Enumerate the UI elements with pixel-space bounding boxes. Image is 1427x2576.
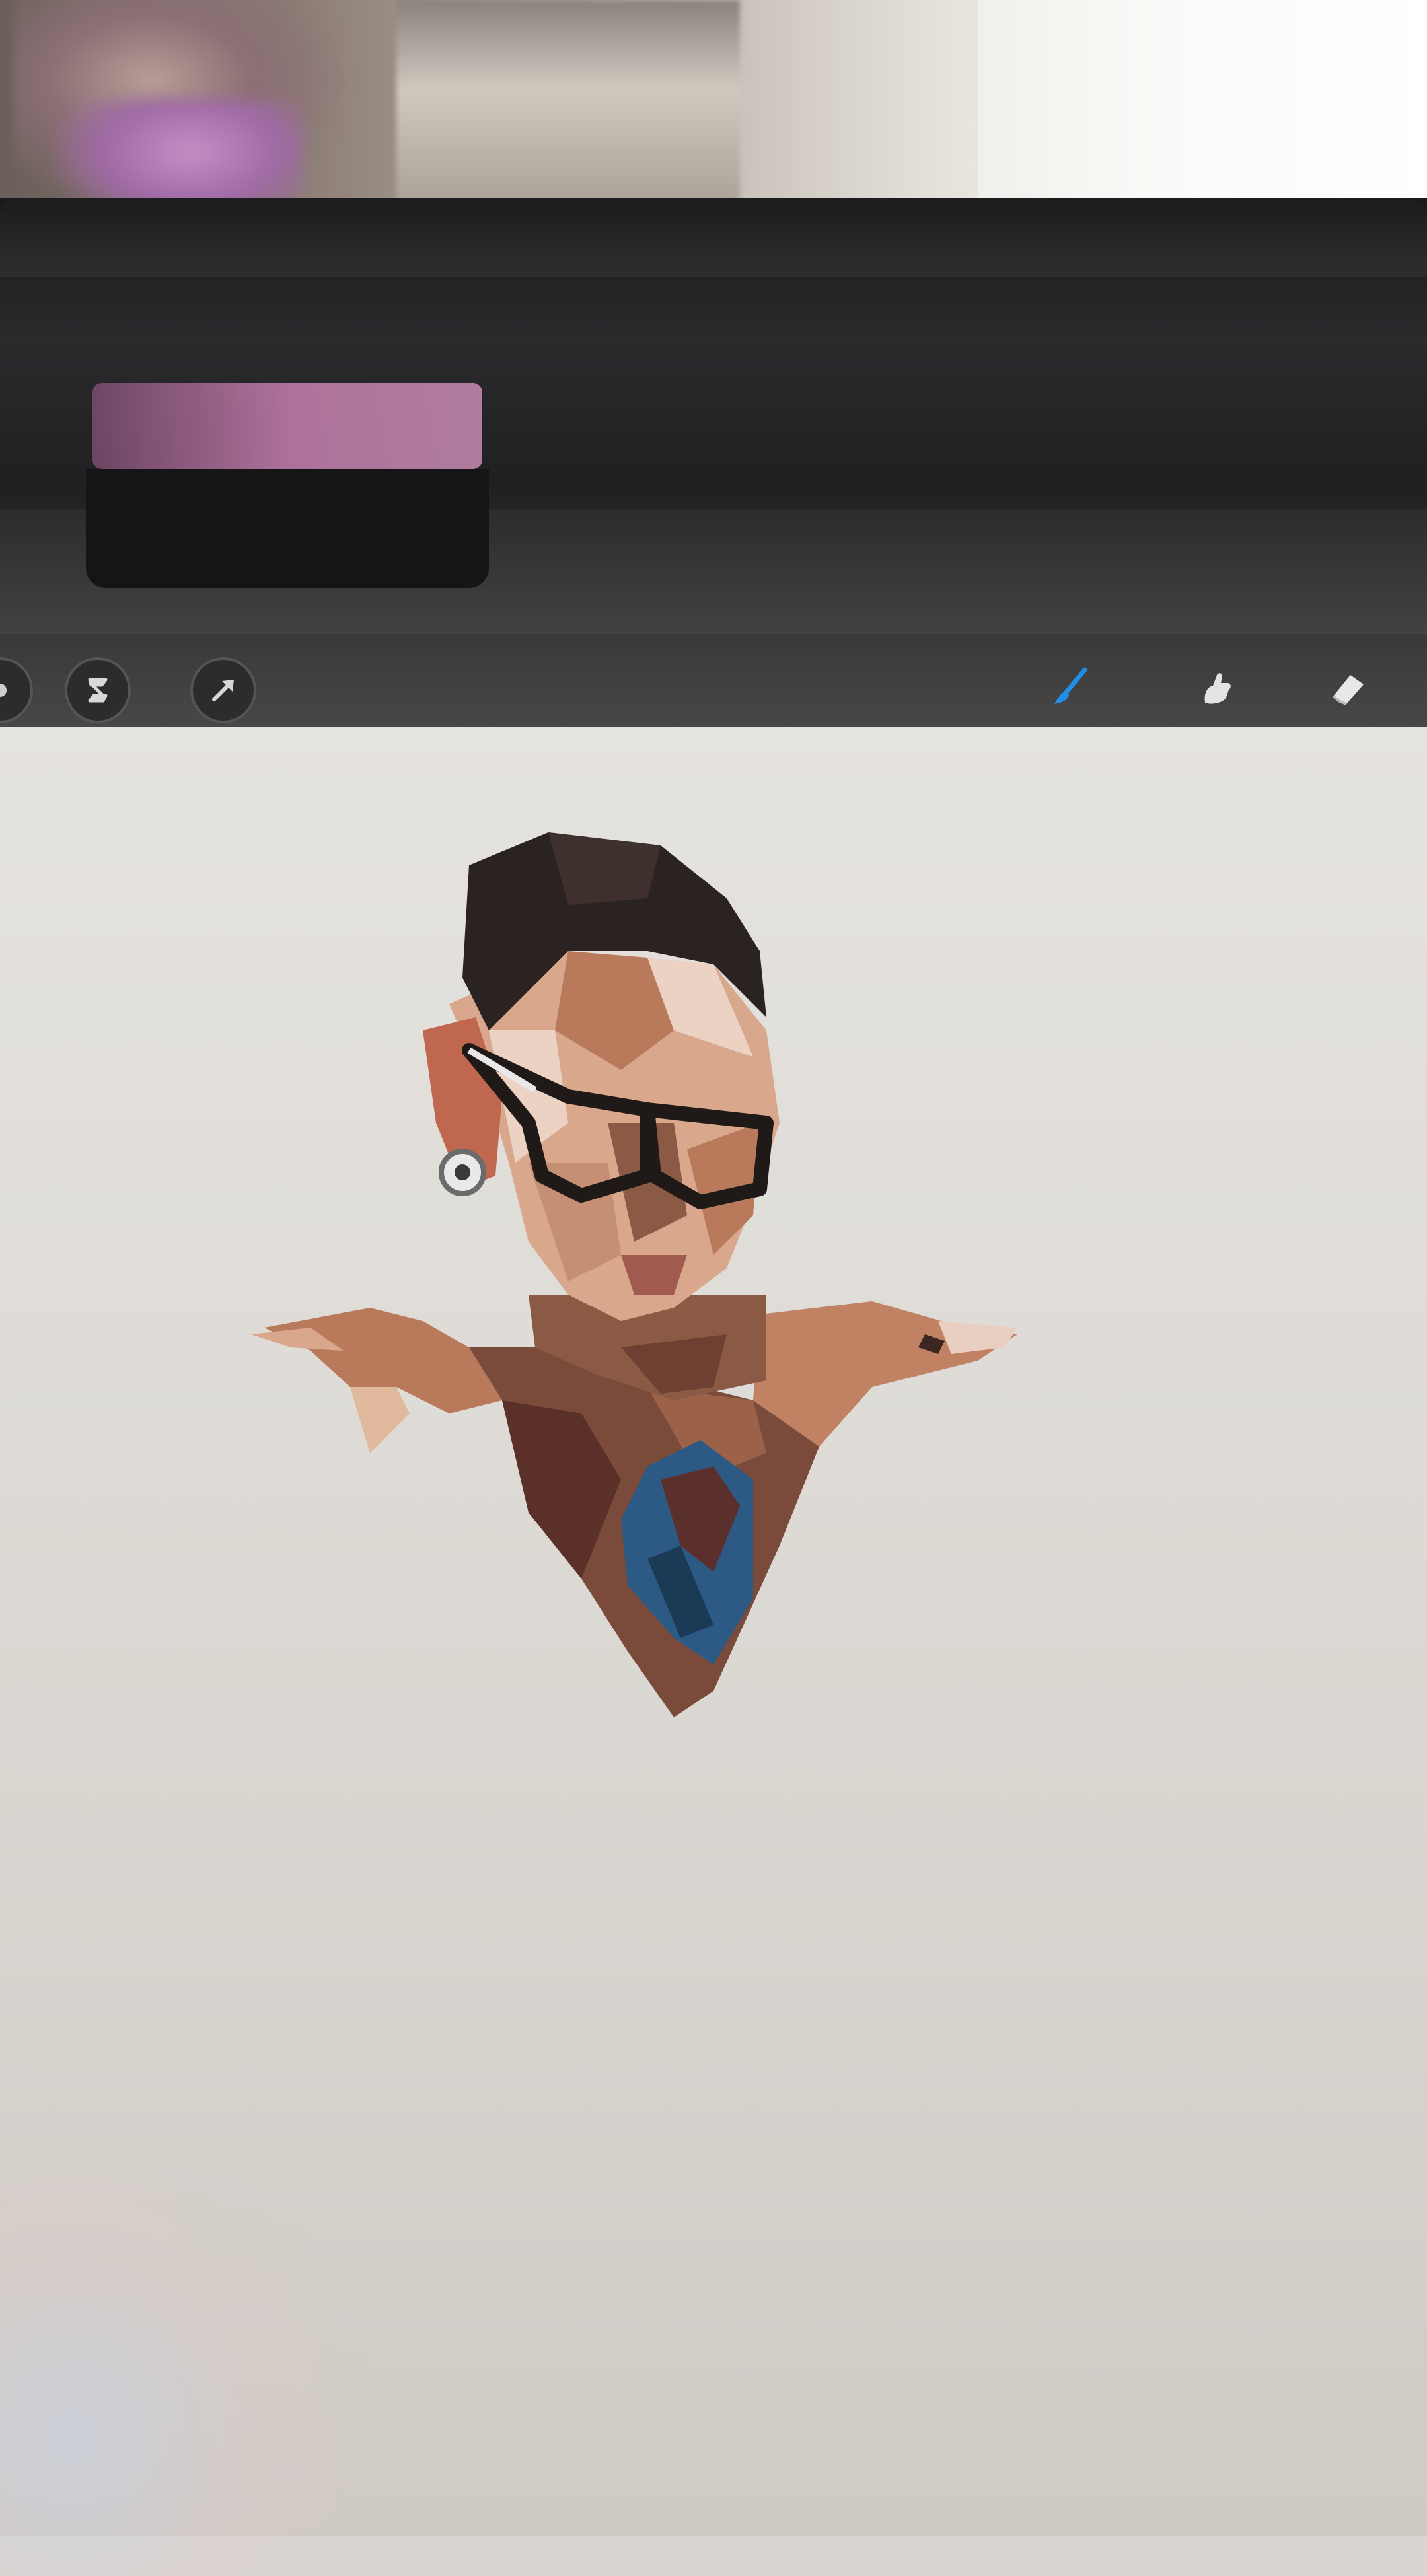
left-arm-edge — [350, 1387, 410, 1453]
case-camera-notch — [86, 469, 489, 588]
right-shoulder-shape — [753, 1301, 1017, 1447]
transform-arrow-icon[interactable] — [190, 657, 256, 723]
eraser-icon[interactable] — [1315, 654, 1381, 720]
smudge-icon[interactable] — [1183, 654, 1249, 720]
tablet-case — [0, 198, 1427, 674]
screen-glare — [0, 2114, 396, 2576]
selection-icon[interactable] — [65, 657, 131, 723]
case-top-ridge — [0, 198, 1427, 277]
hair-highlight — [548, 832, 661, 905]
brush-icon[interactable] — [1037, 654, 1103, 720]
case-pencil-slot-reflection — [92, 383, 482, 469]
ear-gauge-center — [455, 1164, 470, 1180]
background-picture-frame — [396, 0, 740, 225]
low-poly-portrait-artwork — [251, 832, 1017, 1717]
adjustments-icon[interactable] — [0, 657, 33, 723]
right-shoulder-highlight — [938, 1321, 1017, 1354]
